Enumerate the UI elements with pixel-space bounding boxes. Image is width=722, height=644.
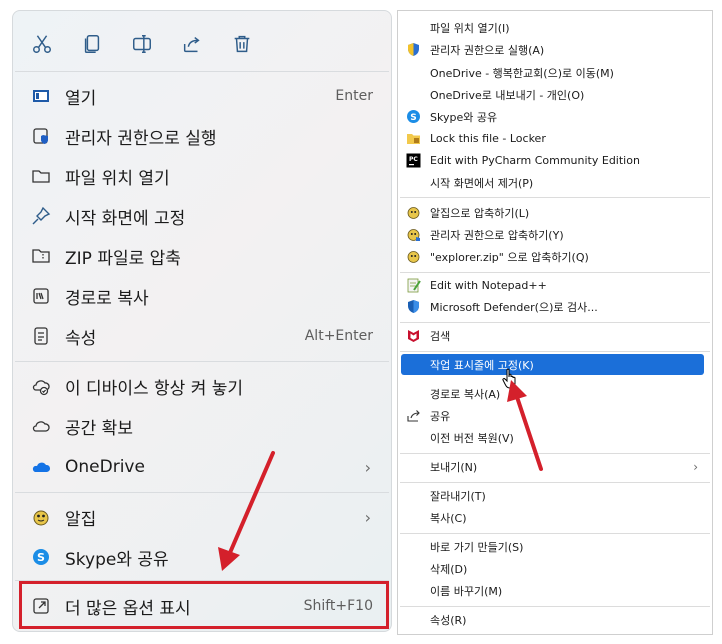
annotation-arrow-right [507,380,543,471]
annotation-arrows [218,380,543,571]
annotation-arrow-left [218,451,275,571]
